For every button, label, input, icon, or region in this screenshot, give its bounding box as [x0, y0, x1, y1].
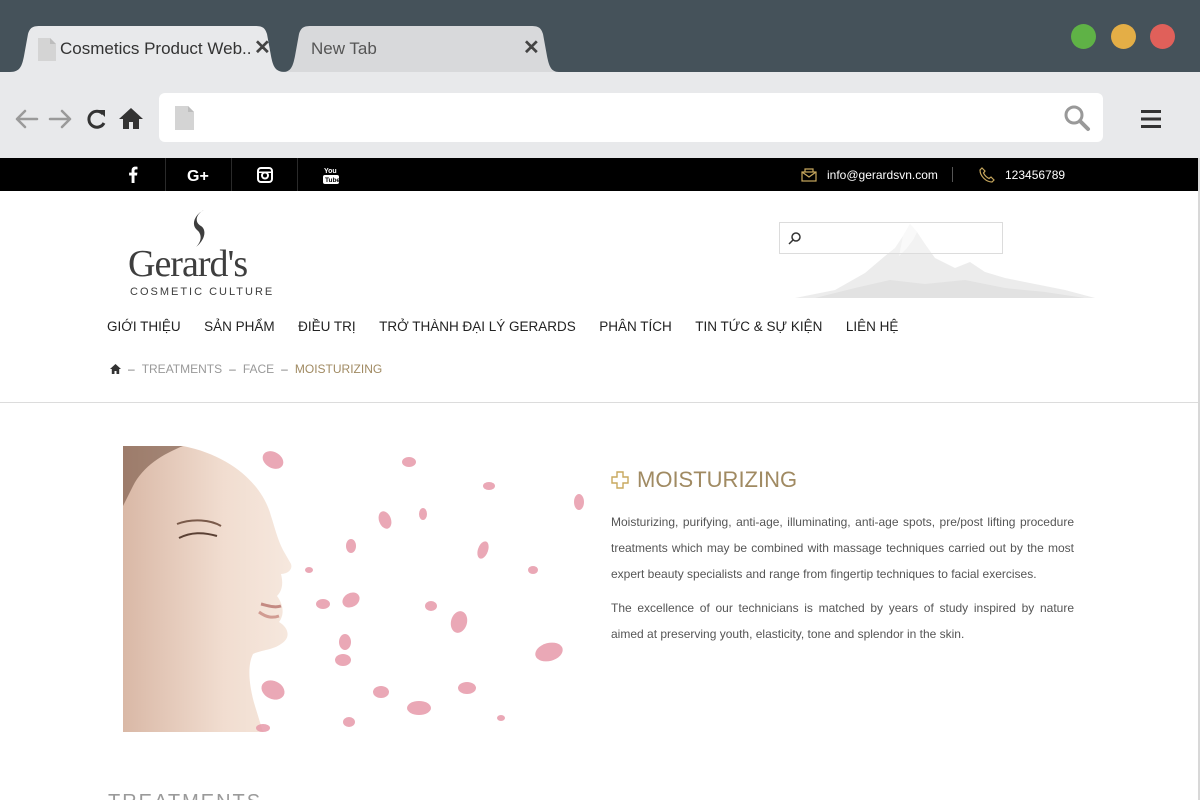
- site-logo[interactable]: Gerard's COSMETIC CULTURE: [126, 208, 276, 300]
- svg-text:You: You: [324, 168, 337, 175]
- section-heading-peek: TREATMENTS: [108, 792, 262, 800]
- nav-item-treatments[interactable]: ĐIỀU TRỊ: [298, 319, 356, 334]
- logo-name: Gerard's: [128, 243, 248, 285]
- search-icon: [788, 232, 801, 245]
- hamburger-menu-icon[interactable]: [1141, 109, 1161, 129]
- svg-text:Tube: Tube: [325, 177, 339, 184]
- youtube-icon[interactable]: You Tube: [298, 158, 364, 191]
- breadcrumb-current: MOISTURIZING: [294, 362, 383, 376]
- tab-new[interactable]: New Tab ✕: [283, 26, 559, 72]
- breadcrumb-separator: –: [128, 362, 135, 376]
- tab-title: New Tab: [311, 39, 377, 58]
- web-page: G+ You Tube info@gerardsvn.com 123456789 …: [0, 158, 1200, 800]
- tab-active[interactable]: Cosmetics Product Web.. ✕: [10, 26, 285, 72]
- description-paragraph: Moisturizing, purifying, anti-age, illum…: [611, 515, 1074, 581]
- nav-item-products[interactable]: SẢN PHẨM: [204, 319, 275, 334]
- main-navigation: GIỚI THIỆU SẢN PHẨM ĐIỀU TRỊ TRỞ THÀNH Đ…: [107, 319, 922, 334]
- svg-text:G+: G+: [187, 168, 209, 183]
- mail-icon: [801, 167, 817, 182]
- product-description: Moisturizing, purifying, anti-age, illum…: [611, 509, 1074, 655]
- product-title: MOISTURIZING: [611, 467, 797, 493]
- tab-title: Cosmetics Product Web..: [60, 39, 250, 58]
- home-icon[interactable]: [117, 106, 145, 132]
- email-text: info@gerardsvn.com: [827, 167, 938, 182]
- divider: [952, 167, 953, 182]
- close-window-button[interactable]: [1150, 24, 1175, 49]
- nav-item-become-dealer[interactable]: TRỞ THÀNH ĐẠI LÝ GERARDS: [379, 319, 576, 334]
- product-heading: MOISTURIZING: [637, 467, 798, 492]
- nav-item-about[interactable]: GIỚI THIỆU: [107, 319, 181, 334]
- phone-contact[interactable]: 123456789: [979, 158, 1065, 191]
- description-paragraph: The excellence of our technicians is mat…: [611, 601, 1074, 641]
- product-hero-image: [123, 446, 586, 732]
- page-icon: [175, 106, 194, 130]
- breadcrumb-face[interactable]: FACE: [243, 362, 274, 376]
- nav-item-analysis[interactable]: PHÂN TÍCH: [599, 319, 672, 334]
- google-plus-icon[interactable]: G+: [166, 158, 232, 191]
- reload-icon[interactable]: [83, 106, 111, 132]
- breadcrumb-separator: –: [281, 362, 288, 376]
- address-bar[interactable]: [159, 93, 1103, 142]
- instagram-icon[interactable]: [232, 158, 298, 191]
- email-contact[interactable]: info@gerardsvn.com: [801, 158, 938, 191]
- forward-arrow-icon[interactable]: [47, 106, 75, 132]
- divider: [0, 402, 1198, 403]
- breadcrumb-separator: –: [229, 362, 236, 376]
- breadcrumb-treatments[interactable]: TREATMENTS: [142, 362, 222, 376]
- logo-tagline: COSMETIC CULTURE: [130, 286, 275, 298]
- browser-toolbar: [0, 72, 1200, 158]
- plus-icon: [611, 471, 629, 489]
- maximize-button[interactable]: [1071, 24, 1096, 49]
- minimize-button[interactable]: [1111, 24, 1136, 49]
- back-arrow-icon[interactable]: [12, 106, 40, 132]
- search-icon[interactable]: [1063, 104, 1091, 132]
- breadcrumb: – TREATMENTS – FACE – MOISTURIZING: [110, 362, 382, 376]
- top-bar: G+ You Tube info@gerardsvn.com 123456789: [0, 158, 1198, 191]
- nav-item-news-events[interactable]: TIN TỨC & SỰ KIỆN: [695, 319, 822, 334]
- document-icon: [38, 38, 56, 61]
- phone-icon: [979, 166, 995, 183]
- facebook-icon[interactable]: [100, 158, 166, 191]
- phone-text: 123456789: [1005, 167, 1066, 182]
- site-search-input[interactable]: [779, 222, 1003, 254]
- home-icon[interactable]: [110, 364, 121, 374]
- close-tab-icon[interactable]: ✕: [523, 38, 540, 58]
- close-tab-icon[interactable]: ✕: [254, 38, 271, 58]
- nav-item-contact[interactable]: LIÊN HỆ: [846, 319, 899, 334]
- browser-tab-strip: Cosmetics Product Web.. ✕ New Tab ✕: [0, 0, 1200, 72]
